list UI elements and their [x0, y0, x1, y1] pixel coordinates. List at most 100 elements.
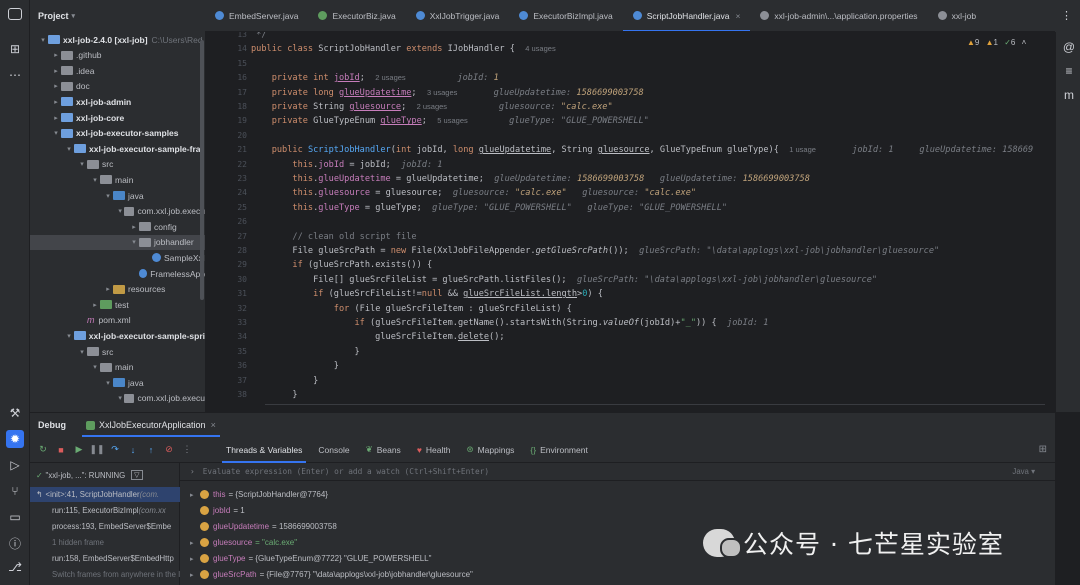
- git-icon[interactable]: ⑂: [6, 482, 24, 500]
- inspection-widget[interactable]: ▲9 ▲1 ✓6 ˄: [967, 38, 1026, 47]
- variable-row[interactable]: ▸ glueSrcPath = {File@7767} "\data\applog…: [190, 567, 473, 582]
- tree-item[interactable]: ▸ config: [30, 219, 205, 234]
- debug-tab[interactable]: ❦ Beans: [358, 437, 409, 463]
- tree-item[interactable]: ▾ xxl-job-executor-sample-fra: [30, 141, 205, 156]
- stack-frame[interactable]: ↰ <init>:41, ScriptJobHandler (com.: [30, 487, 180, 502]
- more-tools-icon[interactable]: ⋯: [6, 66, 24, 84]
- tree-arrow-icon[interactable]: ▸: [51, 82, 61, 90]
- tree-arrow-icon[interactable]: ▾: [90, 176, 100, 184]
- close-icon[interactable]: ×: [211, 420, 216, 430]
- evaluate-expression-input[interactable]: › Evaluate expression (Enter) or add a w…: [180, 463, 1055, 481]
- editor-tab[interactable]: ExecutorBizImpl.java: [509, 0, 622, 31]
- code-editor[interactable]: 13 14 15 16 17 18 19 20 21 22 23 24 25 26 27 28 29 30 31 32…: [205, 32, 1055, 412]
- expand-arrow-icon[interactable]: ▸: [190, 491, 200, 499]
- tree-arrow-icon[interactable]: ▸: [129, 223, 139, 231]
- more-options-icon[interactable]: ⋮: [180, 443, 194, 457]
- editor-tab[interactable]: xxl-job: [928, 0, 987, 31]
- stack-frame[interactable]: process:193, EmbedServer$Embe: [30, 519, 180, 534]
- tree-item[interactable]: m pom.xml: [30, 313, 205, 328]
- variable-row[interactable]: ▸ this = {ScriptJobHandler@7764}: [190, 487, 328, 502]
- terminal-icon[interactable]: ▭: [6, 508, 24, 526]
- tree-item[interactable]: ▸ .idea: [30, 63, 205, 78]
- tree-arrow-icon[interactable]: ▸: [51, 67, 61, 75]
- tree-arrow-icon[interactable]: ▾: [64, 332, 74, 340]
- tree-arrow-icon[interactable]: ▸: [51, 51, 61, 59]
- tree-item[interactable]: ▸ test: [30, 297, 205, 312]
- tree-arrow-icon[interactable]: ▸: [51, 98, 61, 106]
- debug-config-tab[interactable]: XxlJobExecutorApplication ×: [82, 413, 220, 437]
- tree-item[interactable]: ▾ xxl-job-2.4.0 [xxl-job] C:\Users\Red: [30, 32, 205, 47]
- chevron-up-icon[interactable]: ˄: [1022, 38, 1027, 47]
- tree-arrow-icon[interactable]: ▾: [90, 363, 100, 371]
- tree-item[interactable]: SampleXxl: [30, 250, 205, 265]
- project-scrollbar[interactable]: [200, 40, 204, 300]
- resume-icon[interactable]: ▶: [72, 443, 86, 457]
- project-panel-title[interactable]: Project: [38, 11, 69, 21]
- editor-tab[interactable]: XxlJobTrigger.java: [406, 0, 510, 31]
- debug-tab[interactable]: ♥ Health: [409, 437, 459, 463]
- tree-item[interactable]: ▾ com.xxl.job.execu: [30, 391, 205, 406]
- tree-item[interactable]: ▾ main: [30, 172, 205, 187]
- structure-icon[interactable]: ⊞: [6, 40, 24, 58]
- tree-item[interactable]: ▸ doc: [30, 79, 205, 94]
- run-icon[interactable]: ▷: [6, 456, 24, 474]
- tree-arrow-icon[interactable]: ▾: [129, 238, 139, 246]
- expand-arrow-icon[interactable]: ▸: [190, 539, 200, 547]
- tree-item[interactable]: ▾ java: [30, 375, 205, 390]
- debug-tab[interactable]: ⊛ Mappings: [458, 437, 522, 463]
- tree-item[interactable]: ▾ src: [30, 157, 205, 172]
- debug-tab[interactable]: Console: [310, 437, 357, 463]
- filter-icon[interactable]: ▽: [131, 470, 143, 480]
- tree-arrow-icon[interactable]: ▾: [103, 379, 113, 387]
- tree-item[interactable]: FramelessApp: [30, 266, 205, 281]
- database-icon[interactable]: ≡: [1060, 62, 1078, 80]
- ai-assistant-icon[interactable]: @: [1060, 38, 1078, 56]
- debug-tab[interactable]: {} Environment: [522, 437, 595, 463]
- tree-arrow-icon[interactable]: ▾: [77, 160, 87, 168]
- rerun-icon[interactable]: ↻: [36, 443, 50, 457]
- chevron-down-icon[interactable]: ▾: [72, 12, 76, 20]
- eval-language[interactable]: Java ▾: [1012, 467, 1035, 476]
- stop-icon[interactable]: ■: [54, 443, 68, 457]
- tree-item[interactable]: ▸ resources: [30, 282, 205, 297]
- variable-row[interactable]: ▸ gluesource = "calc.exe": [190, 535, 297, 550]
- tree-item[interactable]: ▾ xxl-job-executor-sample-spri: [30, 328, 205, 343]
- step-into-icon[interactable]: ↓: [126, 443, 140, 457]
- tree-arrow-icon[interactable]: ▸: [51, 114, 61, 122]
- pause-icon[interactable]: ❚❚: [89, 443, 104, 457]
- tree-item[interactable]: ▾ xxl-job-executor-samples: [30, 126, 205, 141]
- tree-item[interactable]: ▸ .github: [30, 48, 205, 63]
- layout-icon[interactable]: ⊞: [1039, 444, 1047, 455]
- debug-bug-icon[interactable]: ✹: [6, 430, 24, 448]
- view-breakpoints-icon[interactable]: ⊘: [162, 443, 176, 457]
- expand-arrow-icon[interactable]: ▸: [190, 571, 200, 579]
- tree-arrow-icon[interactable]: ▾: [116, 207, 124, 215]
- editor-tab[interactable]: xxl-job-admin\...\application.properties: [750, 0, 927, 31]
- stack-frame[interactable]: Switch frames from anywhere in the I...: [30, 567, 180, 582]
- editor-tab[interactable]: ScriptJobHandler.java ×: [622, 0, 751, 31]
- tree-arrow-icon[interactable]: ▾: [64, 145, 74, 153]
- editor-tab[interactable]: ExecutorBiz.java: [308, 0, 405, 31]
- tree-arrow-icon[interactable]: ▾: [38, 36, 48, 44]
- stack-frame[interactable]: run:115, ExecutorBizImpl (com.xx: [30, 503, 180, 518]
- maven-icon[interactable]: m: [1060, 86, 1078, 104]
- variable-row[interactable]: ▸ glueType = {GlueTypeEnum@7722} "GLUE_PO…: [190, 551, 431, 566]
- tree-item[interactable]: ▾ src: [30, 344, 205, 359]
- tree-item[interactable]: ▾ com.xxl.job.execu: [30, 204, 205, 219]
- tree-arrow-icon[interactable]: ▾: [77, 348, 87, 356]
- editor-tab[interactable]: EmbedServer.java: [205, 0, 308, 31]
- tree-arrow-icon[interactable]: ▸: [103, 285, 113, 293]
- tree-item[interactable]: ▾ jobhandler: [30, 234, 205, 250]
- stack-frame[interactable]: run:158, EmbedServer$EmbedHttp: [30, 551, 180, 566]
- step-over-icon[interactable]: ↷: [108, 443, 122, 457]
- version-control-icon[interactable]: ⎇: [6, 558, 24, 576]
- tree-item[interactable]: ▸ xxl-job-admin: [30, 94, 205, 109]
- close-icon[interactable]: ×: [735, 11, 740, 21]
- stack-frame[interactable]: 1 hidden frame: [30, 535, 180, 550]
- tree-item[interactable]: ▸ xxl-job-core: [30, 110, 205, 125]
- tree-arrow-icon[interactable]: ▾: [116, 394, 124, 402]
- tree-arrow-icon[interactable]: ▸: [90, 301, 100, 309]
- expand-arrow-icon[interactable]: ▸: [190, 555, 200, 563]
- tree-arrow-icon[interactable]: ▾: [103, 192, 113, 200]
- tree-item[interactable]: ▾ java: [30, 188, 205, 203]
